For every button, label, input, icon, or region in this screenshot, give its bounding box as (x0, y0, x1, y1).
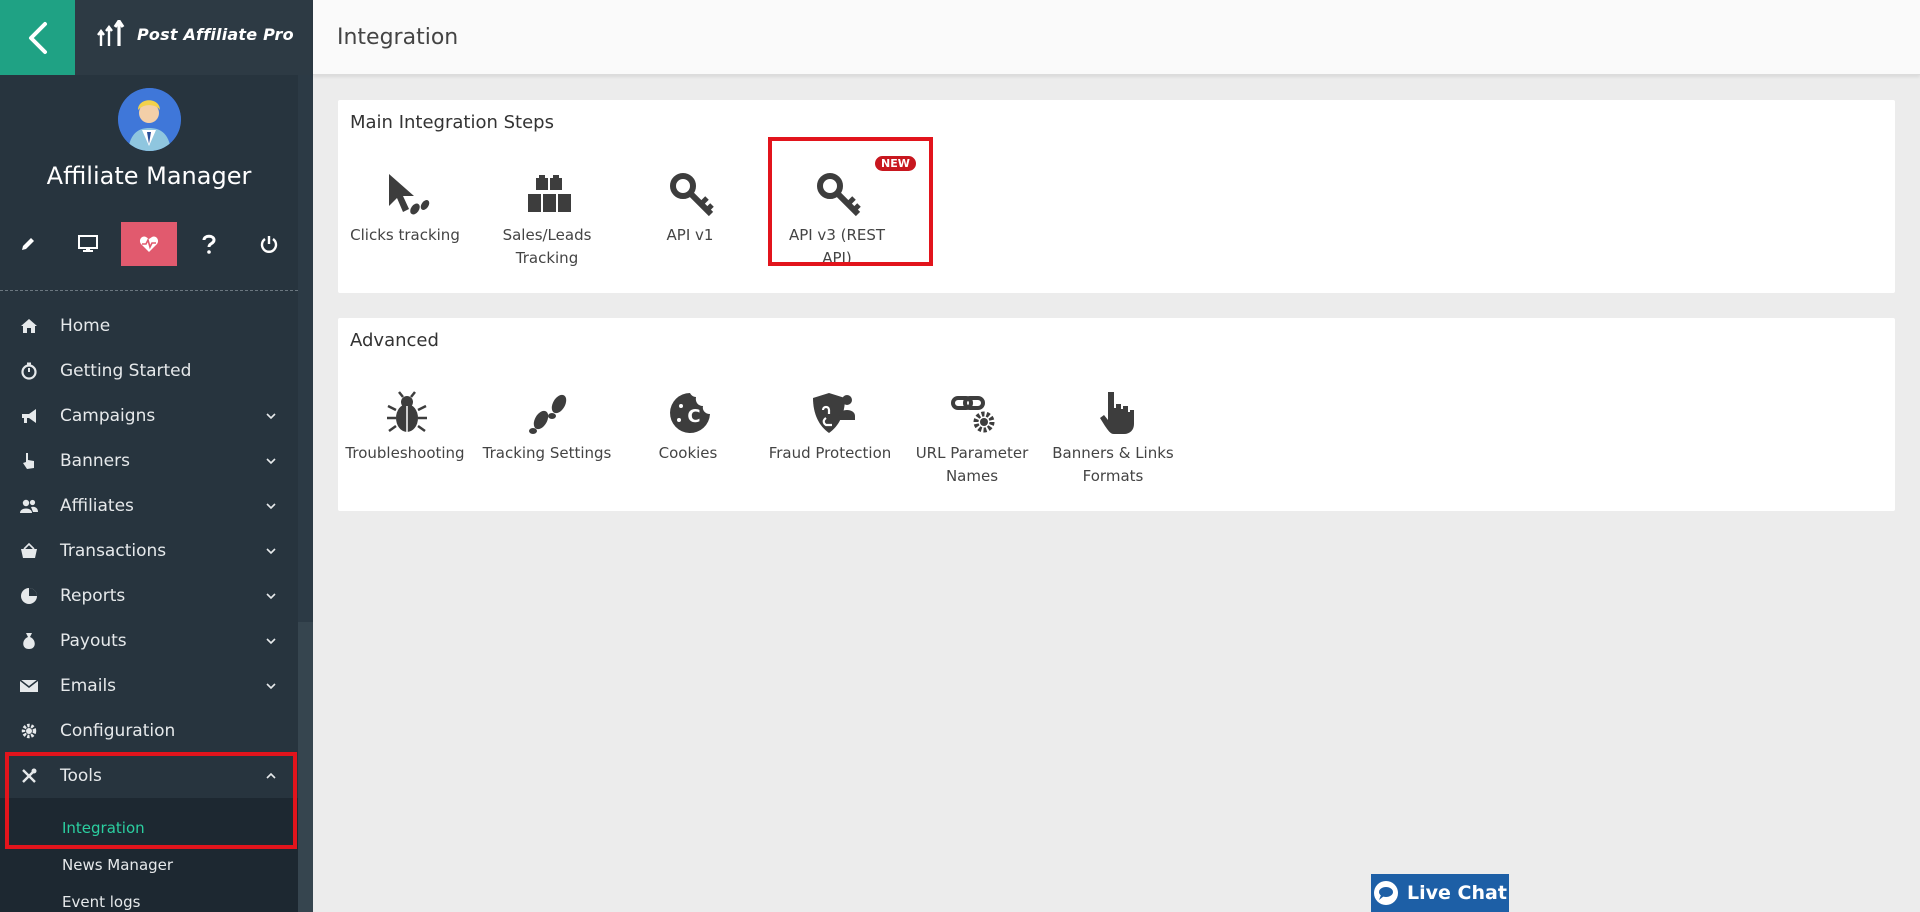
live-chat-label: Live Chat (1407, 882, 1507, 904)
question-icon (202, 234, 216, 254)
logo-arrows-icon (97, 20, 125, 46)
nav-item-emails[interactable]: Emails (0, 663, 298, 708)
api-v3-highlight-box (768, 137, 933, 266)
nav-item-home[interactable]: Home (0, 303, 298, 348)
logo-text: Post Affiliate Pro (137, 24, 294, 44)
pencil-icon (22, 238, 34, 250)
page-title: Integration (337, 25, 459, 50)
footprints-icon (529, 394, 567, 434)
nav-item-configuration[interactable]: Configuration (0, 708, 298, 753)
sidebar: Post Affiliate Pro Affiliate Manager Hom… (0, 0, 313, 912)
main-integration-panel: Main Integration Steps Clicks tracking S… (338, 100, 1895, 293)
users-icon (20, 499, 38, 513)
megaphone-icon (22, 409, 36, 423)
tools-highlight-box (5, 752, 297, 849)
chevron-left-icon (28, 21, 47, 54)
role-title: Affiliate Manager (46, 162, 252, 190)
gear-icon (21, 723, 37, 739)
app-logo[interactable]: Post Affiliate Pro (97, 20, 294, 48)
monitor-icon (78, 235, 98, 252)
envelope-icon (20, 679, 38, 692)
shield-icon (813, 393, 855, 433)
stopwatch-icon (21, 362, 37, 380)
sidebar-divider (0, 290, 298, 291)
panel-title: Main Integration Steps (350, 112, 554, 133)
nav-item-affiliates[interactable]: Affiliates (0, 483, 298, 528)
chevron-down-icon (266, 638, 276, 645)
chevron-down-icon (266, 548, 276, 555)
chat-bubble-icon (1374, 881, 1399, 905)
cursor-click-icon (389, 174, 430, 215)
key-icon (670, 173, 714, 217)
quick-health-button[interactable] (121, 222, 177, 266)
chevron-down-icon (266, 503, 276, 510)
money-bag-icon (23, 633, 35, 649)
nav-item-getting-started[interactable]: Getting Started (0, 348, 298, 393)
nav-item-banners[interactable]: Banners (0, 438, 298, 483)
page-header: Integration (313, 0, 1920, 75)
hand-pointer-icon (1100, 392, 1134, 434)
live-chat-button[interactable]: Live Chat (1371, 874, 1509, 912)
advanced-panel: Advanced Troubleshooting Tracking Settin… (338, 318, 1895, 511)
heart-pulse-icon (139, 236, 159, 252)
chevron-down-icon (266, 683, 276, 690)
quick-logout-button[interactable] (241, 222, 297, 266)
bricks-icon (528, 175, 571, 212)
pie-chart-icon (21, 588, 37, 604)
cookie-icon: C (670, 393, 710, 433)
svg-text:C: C (687, 406, 700, 427)
submenu-item-news-manager[interactable]: News Manager (62, 856, 173, 874)
power-icon (260, 236, 278, 253)
chevron-down-icon (266, 458, 276, 465)
chevron-down-icon (266, 413, 276, 420)
nav-item-payouts[interactable]: Payouts (0, 618, 298, 663)
home-icon (21, 319, 37, 333)
panel-title: Advanced (350, 330, 439, 351)
bug-icon (387, 391, 427, 433)
submenu-item-event-logs[interactable]: Event logs (62, 893, 140, 911)
chevron-down-icon (266, 593, 276, 600)
sidebar-scrollbar-thumb[interactable] (298, 622, 313, 912)
link-gear-icon (951, 396, 995, 433)
basket-icon (21, 542, 37, 558)
quick-display-button[interactable] (60, 222, 116, 266)
quick-help-button[interactable] (181, 222, 237, 266)
quick-edit-button[interactable] (0, 222, 56, 266)
nav-item-reports[interactable]: Reports (0, 573, 298, 618)
nav-item-campaigns[interactable]: Campaigns (0, 393, 298, 438)
hand-pointer-icon (23, 453, 34, 469)
nav-item-transactions[interactable]: Transactions (0, 528, 298, 573)
avatar[interactable] (118, 88, 181, 151)
back-button[interactable] (0, 0, 75, 75)
